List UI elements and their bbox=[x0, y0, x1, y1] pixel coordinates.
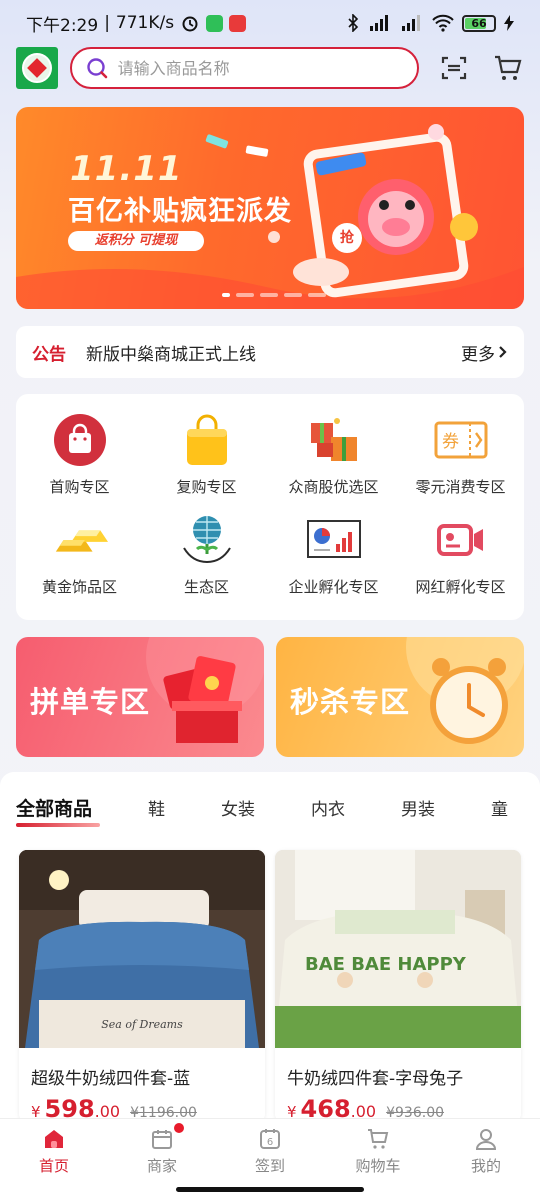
tab-mens[interactable]: 男装 bbox=[401, 795, 435, 820]
product-card[interactable]: BAE BAE HAPPY 牛奶绒四件套-字母兔子 ¥ 468 .00 ¥936… bbox=[275, 850, 521, 1122]
bottom-tab-bar: 首页 商家 6 签到 购物车 我的 bbox=[0, 1118, 540, 1200]
svg-text:6: 6 bbox=[267, 1137, 273, 1148]
svg-text:BAE BAE HAPPY: BAE BAE HAPPY bbox=[305, 954, 467, 975]
notice-more-link[interactable]: 更多 bbox=[461, 340, 508, 365]
home-indicator bbox=[176, 1187, 364, 1192]
cart-icon bbox=[368, 1129, 389, 1149]
category-enterprise-incubation[interactable]: 企业孵化专区 bbox=[270, 512, 397, 612]
user-icon bbox=[475, 1129, 497, 1150]
product-title: 超级牛奶绒四件套-蓝 bbox=[31, 1069, 191, 1089]
tab-all-products[interactable]: 全部商品 bbox=[16, 794, 101, 827]
header bbox=[16, 44, 526, 92]
category-grid: 首购专区 复购专区 众商股优选区 券 零元消费专区 黄金饰品区 生态区 企业孵化… bbox=[16, 394, 524, 620]
tabbar-profile[interactable]: 我的 bbox=[432, 1119, 540, 1200]
notice-tag: 公告 bbox=[32, 344, 66, 365]
tab-shoes[interactable]: 鞋 bbox=[148, 795, 165, 820]
notification-dot bbox=[174, 1123, 184, 1133]
flash-sale-label: 秒杀专区 bbox=[290, 685, 411, 719]
announcement-bar[interactable]: 公告 新版中燊商城正式上线 更多 bbox=[16, 326, 524, 378]
product-card[interactable]: Sea of Dreams 超级牛奶绒四件套-蓝 ¥ 598 .00 ¥1196… bbox=[19, 850, 265, 1122]
product-image[interactable]: BAE BAE HAPPY bbox=[275, 850, 521, 1048]
scan-icon bbox=[442, 56, 467, 80]
group-buy-label: 拼单专区 bbox=[30, 685, 151, 719]
category-ecology[interactable]: 生态区 bbox=[143, 512, 270, 612]
chevron-right-icon bbox=[499, 346, 507, 358]
bluetooth-icon bbox=[348, 14, 359, 32]
cart-button[interactable] bbox=[490, 50, 526, 86]
product-list: Sea of Dreams 超级牛奶绒四件套-蓝 ¥ 598 .00 ¥1196… bbox=[19, 850, 521, 1122]
group-buy-card[interactable]: 拼单专区 bbox=[16, 637, 264, 757]
app-logo bbox=[16, 47, 58, 89]
battery-icon: 66 bbox=[462, 14, 496, 32]
product-image[interactable]: Sea of Dreams bbox=[19, 850, 265, 1048]
banner-cta[interactable]: 返积分 可提现 bbox=[68, 231, 204, 251]
banner-pagination bbox=[222, 293, 326, 297]
app-notification-icon bbox=[206, 14, 224, 32]
video-camera-icon bbox=[436, 524, 483, 556]
category-gold-jewelry[interactable]: 黄金饰品区 bbox=[16, 512, 143, 612]
svg-text:Sea of Dreams: Sea of Dreams bbox=[101, 1018, 183, 1031]
promo-banner[interactable]: 11.11 百亿补贴疯狂派发 返积分 可提现 抢 bbox=[16, 107, 524, 309]
tab-kids[interactable]: 童 bbox=[491, 795, 508, 820]
category-repurchase[interactable]: 复购专区 bbox=[143, 412, 270, 512]
store-icon bbox=[152, 1130, 172, 1149]
scan-button[interactable] bbox=[437, 50, 473, 86]
gold-bars-icon bbox=[55, 530, 108, 552]
cart-icon bbox=[495, 55, 522, 80]
wifi-icon bbox=[432, 14, 454, 32]
network-speed: 771K/s bbox=[115, 13, 175, 33]
home-icon bbox=[45, 1130, 63, 1148]
category-first-purchase[interactable]: 首购专区 bbox=[16, 412, 143, 512]
gold-bag-icon bbox=[186, 414, 227, 465]
gift-boxes-icon bbox=[310, 418, 357, 461]
tabbar-home[interactable]: 首页 bbox=[0, 1119, 108, 1200]
category-shareholder-select[interactable]: 众商股优选区 bbox=[270, 412, 397, 512]
shopping-bag-icon bbox=[53, 414, 106, 466]
app-notification-icon bbox=[229, 14, 247, 32]
globe-hands-icon bbox=[182, 516, 231, 564]
calendar-icon: 6 bbox=[260, 1129, 280, 1149]
coupon-icon: 券 bbox=[434, 421, 487, 459]
search-icon bbox=[86, 58, 107, 79]
alarm-icon bbox=[182, 16, 198, 32]
product-title: 牛奶绒四件套-字母兔子 bbox=[287, 1069, 464, 1089]
banner-badge: 抢 bbox=[332, 223, 362, 253]
search-input[interactable] bbox=[117, 58, 408, 78]
svg-text:券: 券 bbox=[442, 432, 459, 452]
banner-date: 11.11 bbox=[70, 149, 183, 189]
signal-icon bbox=[370, 15, 388, 31]
flash-sale-card[interactable]: 秒杀专区 bbox=[276, 637, 524, 757]
tab-womens[interactable]: 女装 bbox=[221, 795, 255, 820]
search-bar[interactable] bbox=[69, 47, 419, 89]
category-zero-consumption[interactable]: 券 零元消费专区 bbox=[397, 412, 524, 512]
category-tabs: 全部商品 鞋 女装 内衣 男装 童 bbox=[0, 772, 540, 842]
banner-headline: 百亿补贴疯狂派发 bbox=[68, 196, 292, 227]
signal-icon bbox=[402, 15, 420, 31]
status-bar: 下午2:29 | 771K/s 66 bbox=[0, 0, 540, 46]
notice-text[interactable]: 新版中燊商城正式上线 bbox=[86, 340, 256, 365]
category-influencer-incubation[interactable]: 网红孵化专区 bbox=[397, 512, 524, 612]
chart-board-icon bbox=[306, 520, 361, 558]
charging-icon bbox=[504, 15, 514, 31]
tab-underwear[interactable]: 内衣 bbox=[311, 795, 345, 820]
status-time: 下午2:29 bbox=[26, 15, 99, 36]
